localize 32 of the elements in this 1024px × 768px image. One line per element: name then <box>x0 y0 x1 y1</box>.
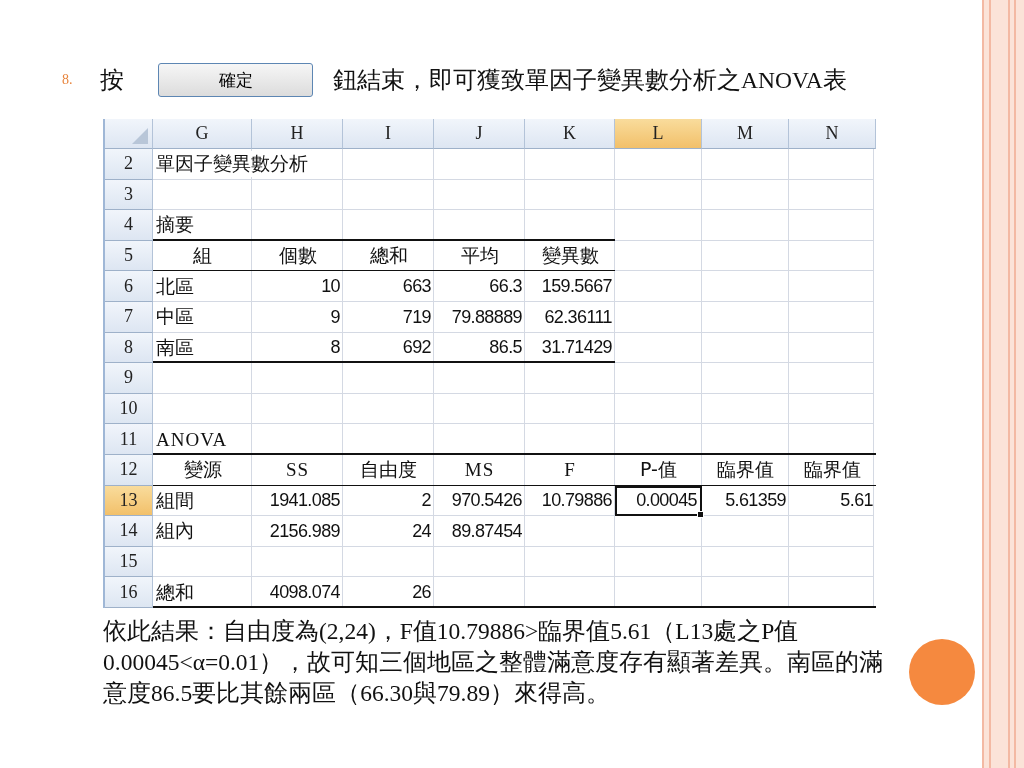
row-header[interactable]: 15 <box>105 546 153 578</box>
column-header[interactable]: L <box>615 119 702 149</box>
column-header[interactable]: G <box>153 119 252 149</box>
column-header[interactable]: I <box>343 119 434 149</box>
instruction-text: 鈕結束，即可獲致單因子變異數分析之ANOVA表 <box>333 66 847 95</box>
row-header[interactable]: 8 <box>105 332 153 364</box>
row-header[interactable]: 2 <box>105 149 153 180</box>
column-header[interactable]: N <box>789 119 876 149</box>
row-header[interactable]: 10 <box>105 393 153 425</box>
confirm-button[interactable]: 確定 <box>158 63 313 97</box>
row-header[interactable]: 11 <box>105 424 153 455</box>
active-cell[interactable]: 0.00045 <box>615 485 702 517</box>
row-header[interactable]: 16 <box>105 577 153 608</box>
row-header[interactable]: 14 <box>105 516 153 547</box>
triangle-icon <box>132 128 148 144</box>
row-header[interactable]: 9 <box>105 363 153 394</box>
row-header[interactable]: 6 <box>105 271 153 302</box>
select-all-button[interactable] <box>105 119 153 149</box>
column-header[interactable]: J <box>434 119 525 149</box>
row-header[interactable]: 3 <box>105 179 153 211</box>
conclusion-paragraph: 依此結果：自由度為(2,24)，F值10.79886>臨界值5.61（L13處之P值 0.00045<α=0.01），故可知三個地區之整體滿意度存有顯著差異。南區的滿意度86.5要比其餘兩區（66.30與79.89）來得高。 <box>103 616 885 708</box>
table-cell: 單因子變異數分析 <box>156 151 308 178</box>
instruction-text: 按 <box>100 66 124 95</box>
row-header[interactable]: 13 <box>105 485 153 517</box>
row-header[interactable]: 4 <box>105 210 153 241</box>
row-header[interactable]: 7 <box>105 301 153 333</box>
column-header[interactable]: M <box>702 119 789 149</box>
row-header[interactable]: 12 <box>105 454 153 486</box>
column-header[interactable]: H <box>252 119 343 149</box>
step-number: 8. <box>62 72 74 88</box>
column-header[interactable]: K <box>525 119 615 149</box>
row-header[interactable]: 5 <box>105 240 153 272</box>
